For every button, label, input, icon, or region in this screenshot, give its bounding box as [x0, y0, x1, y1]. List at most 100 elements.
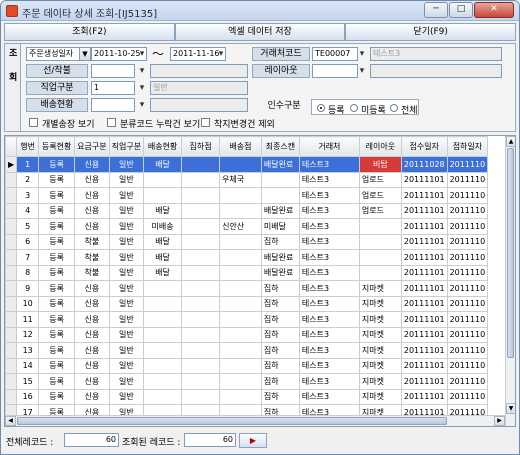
- table-cell[interactable]: 20111101: [400, 326, 448, 343]
- table-cell[interactable]: 등록: [38, 233, 76, 250]
- table-cell[interactable]: 테스트3: [298, 388, 360, 405]
- table-cell[interactable]: 일반: [108, 311, 145, 328]
- table-cell[interactable]: 테스트3: [298, 156, 360, 173]
- table-cell[interactable]: 20111101: [400, 233, 448, 250]
- date-type-dropdown-icon[interactable]: ▼: [79, 47, 91, 61]
- table-cell[interactable]: [219, 187, 262, 204]
- table-cell[interactable]: 2011110: [446, 311, 489, 328]
- table-cell[interactable]: 일반: [108, 280, 145, 297]
- table-cell[interactable]: 20111028: [400, 156, 448, 173]
- table-cell[interactable]: 등록: [38, 187, 76, 204]
- table-cell[interactable]: [358, 264, 402, 281]
- table-cell[interactable]: 20111101: [400, 218, 448, 235]
- table-row[interactable]: 9 등록 신용 일반 집하 테스트3 지마켓 20111101 2011110: [5, 280, 489, 297]
- table-cell[interactable]: [181, 357, 221, 374]
- table-cell[interactable]: [219, 311, 262, 328]
- date-type-select[interactable]: 주문생성일자: [26, 47, 80, 61]
- table-cell[interactable]: [143, 326, 183, 343]
- row-indicator[interactable]: [5, 280, 18, 297]
- table-cell[interactable]: 등록: [38, 171, 76, 188]
- radio-registered-label[interactable]: 등록: [328, 103, 345, 116]
- table-cell[interactable]: 일반: [108, 264, 145, 281]
- column-header[interactable]: 요금구분: [74, 136, 110, 157]
- table-cell[interactable]: 6: [16, 233, 40, 250]
- table-cell[interactable]: 지마켓: [358, 357, 402, 374]
- calendar-to-icon[interactable]: ▾: [215, 48, 227, 60]
- table-cell[interactable]: [219, 233, 262, 250]
- table-cell[interactable]: 테스트3: [298, 295, 360, 312]
- table-cell[interactable]: [181, 156, 221, 173]
- table-cell[interactable]: 4: [16, 202, 40, 219]
- table-cell[interactable]: 2011110: [446, 218, 489, 235]
- vertical-scroll-thumb[interactable]: [507, 148, 514, 358]
- table-cell[interactable]: 지마켓: [358, 373, 402, 390]
- table-cell[interactable]: 20111101: [400, 171, 448, 188]
- table-cell[interactable]: 2011110: [446, 233, 489, 250]
- table-cell[interactable]: [181, 249, 221, 266]
- table-cell[interactable]: [181, 373, 221, 390]
- table-cell[interactable]: 20111101: [400, 202, 448, 219]
- scroll-left-arrow-icon[interactable]: ◀: [5, 416, 16, 426]
- table-cell[interactable]: 일반: [108, 249, 145, 266]
- table-cell[interactable]: 등록: [38, 202, 76, 219]
- vendor-search-icon[interactable]: ▾: [356, 48, 368, 60]
- table-cell[interactable]: 일반: [108, 187, 145, 204]
- delivery-status-input[interactable]: [91, 98, 135, 112]
- table-cell[interactable]: 13: [16, 342, 40, 359]
- table-cell[interactable]: [219, 156, 262, 173]
- table-cell[interactable]: [358, 218, 402, 235]
- row-indicator[interactable]: [5, 249, 18, 266]
- table-cell[interactable]: 테스트3: [298, 249, 360, 266]
- row-indicator[interactable]: [5, 264, 18, 281]
- table-cell[interactable]: 배달: [143, 156, 183, 173]
- table-cell[interactable]: 배달: [143, 249, 183, 266]
- table-cell[interactable]: [219, 342, 262, 359]
- table-cell[interactable]: 집하: [260, 311, 300, 328]
- row-indicator[interactable]: [5, 373, 18, 390]
- table-cell[interactable]: 일반: [108, 171, 145, 188]
- column-header[interactable]: 거래처: [298, 136, 360, 157]
- individual-invoice-checkbox[interactable]: [29, 118, 38, 127]
- table-cell[interactable]: 테스트3: [298, 373, 360, 390]
- table-cell[interactable]: 일반: [108, 233, 145, 250]
- table-cell[interactable]: 업로드: [358, 202, 402, 219]
- table-cell[interactable]: 16: [16, 388, 40, 405]
- table-cell[interactable]: 테스트3: [298, 342, 360, 359]
- excel-export-button[interactable]: 엑셀 데이터 저장: [174, 23, 346, 41]
- table-cell[interactable]: 2011110: [446, 171, 489, 188]
- table-cell[interactable]: 2011110: [446, 202, 489, 219]
- table-cell[interactable]: 20111101: [400, 187, 448, 204]
- table-cell[interactable]: 테스트3: [298, 280, 360, 297]
- table-cell[interactable]: 착불: [74, 233, 110, 250]
- table-cell[interactable]: 2011110: [446, 295, 489, 312]
- table-cell[interactable]: 집하: [260, 357, 300, 374]
- table-cell[interactable]: 12: [16, 326, 40, 343]
- table-cell[interactable]: 20111101: [400, 280, 448, 297]
- table-row[interactable]: 12 등록 신용 일반 집하 테스트3 지마켓 20111101 2011110: [5, 326, 489, 343]
- table-row[interactable]: 15 등록 신용 일반 집하 테스트3 지마켓 20111101 2011110: [5, 373, 489, 390]
- order-grid[interactable]: 행번 등록현황 요금구분 직업구분 배송현황 집하점 배송점 최종스캔 거래처 레이아웃 접수일자 접…: [4, 135, 516, 427]
- scroll-right-arrow-icon[interactable]: ▶: [494, 416, 505, 426]
- radio-all-label[interactable]: 전체: [401, 103, 418, 116]
- column-header[interactable]: 레이아웃: [358, 136, 402, 157]
- table-cell[interactable]: [143, 187, 183, 204]
- table-cell[interactable]: 일반: [108, 295, 145, 312]
- table-cell[interactable]: 배달완료: [260, 249, 300, 266]
- radio-unregistered-label[interactable]: 미등록: [361, 103, 386, 116]
- table-cell[interactable]: [181, 187, 221, 204]
- table-cell[interactable]: 9: [16, 280, 40, 297]
- close-button[interactable]: ✕: [474, 2, 514, 18]
- table-cell[interactable]: 테스트3: [298, 311, 360, 328]
- row-indicator[interactable]: [5, 171, 18, 188]
- table-cell[interactable]: [143, 295, 183, 312]
- radio-all[interactable]: [390, 104, 398, 112]
- table-cell[interactable]: 등록: [38, 218, 76, 235]
- table-cell[interactable]: [219, 264, 262, 281]
- table-cell[interactable]: 신용: [74, 187, 110, 204]
- table-cell[interactable]: 2011110: [446, 280, 489, 297]
- table-row[interactable]: 14 등록 신용 일반 집하 테스트3 지마켓 20111101 2011110: [5, 357, 489, 374]
- scroll-down-arrow-icon[interactable]: ▼: [506, 403, 515, 414]
- table-cell[interactable]: 테스트3: [298, 326, 360, 343]
- table-cell[interactable]: 2011110: [446, 264, 489, 281]
- table-cell[interactable]: 업로드: [358, 187, 402, 204]
